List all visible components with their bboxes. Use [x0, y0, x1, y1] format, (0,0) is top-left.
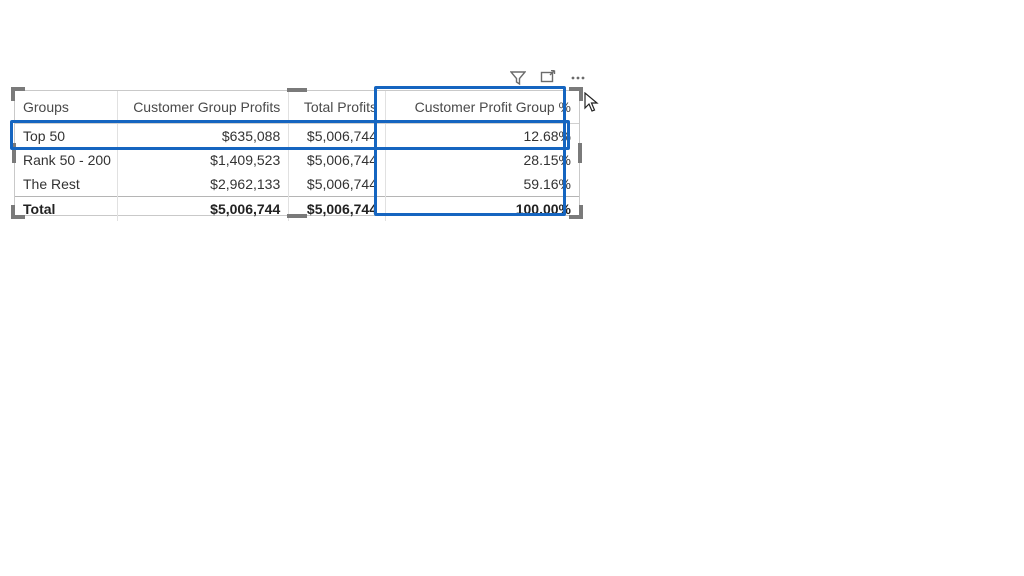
table-header-row[interactable]: Groups Customer Group Profits Total Prof…: [15, 91, 579, 124]
cell-profits[interactable]: $2,962,133: [118, 172, 289, 197]
table-total-row[interactable]: Total $5,006,744 $5,006,744 100.00%: [15, 197, 579, 222]
col-header-total[interactable]: Total Profits: [289, 91, 386, 124]
filter-icon[interactable]: [510, 70, 526, 86]
cell-total[interactable]: $5,006,744: [289, 148, 386, 172]
cell-total[interactable]: $5,006,744: [289, 172, 386, 197]
col-header-pct[interactable]: Customer Profit Group %: [385, 91, 579, 124]
cell-group[interactable]: The Rest: [15, 172, 118, 197]
focus-mode-icon[interactable]: [540, 70, 556, 86]
cell-group[interactable]: Rank 50 - 200: [15, 148, 118, 172]
cell-profits[interactable]: $1,409,523: [118, 148, 289, 172]
table-row[interactable]: Rank 50 - 200 $1,409,523 $5,006,744 28.1…: [15, 148, 579, 172]
cell-total[interactable]: $5,006,744: [289, 197, 386, 222]
table-visual[interactable]: Groups Customer Group Profits Total Prof…: [14, 90, 580, 216]
col-header-groups[interactable]: Groups: [15, 91, 118, 124]
cell-profits[interactable]: $5,006,744: [118, 197, 289, 222]
table-row[interactable]: The Rest $2,962,133 $5,006,744 59.16%: [15, 172, 579, 197]
cell-pct[interactable]: 59.16%: [385, 172, 579, 197]
cell-profits[interactable]: $635,088: [118, 124, 289, 149]
cell-pct[interactable]: 12.68%: [385, 124, 579, 149]
cell-total[interactable]: $5,006,744: [289, 124, 386, 149]
col-header-profits[interactable]: Customer Group Profits: [118, 91, 289, 124]
cell-pct[interactable]: 28.15%: [385, 148, 579, 172]
table-row[interactable]: Top 50 $635,088 $5,006,744 12.68%: [15, 124, 579, 149]
cursor-icon: [584, 92, 600, 115]
more-options-icon[interactable]: [570, 70, 586, 86]
data-table[interactable]: Groups Customer Group Profits Total Prof…: [15, 91, 579, 221]
visual-header-toolbar: [510, 70, 586, 86]
canvas: Groups Customer Group Profits Total Prof…: [0, 0, 1024, 576]
cell-group[interactable]: Top 50: [15, 124, 118, 149]
cell-pct[interactable]: 100.00%: [385, 197, 579, 222]
cell-group[interactable]: Total: [15, 197, 118, 222]
